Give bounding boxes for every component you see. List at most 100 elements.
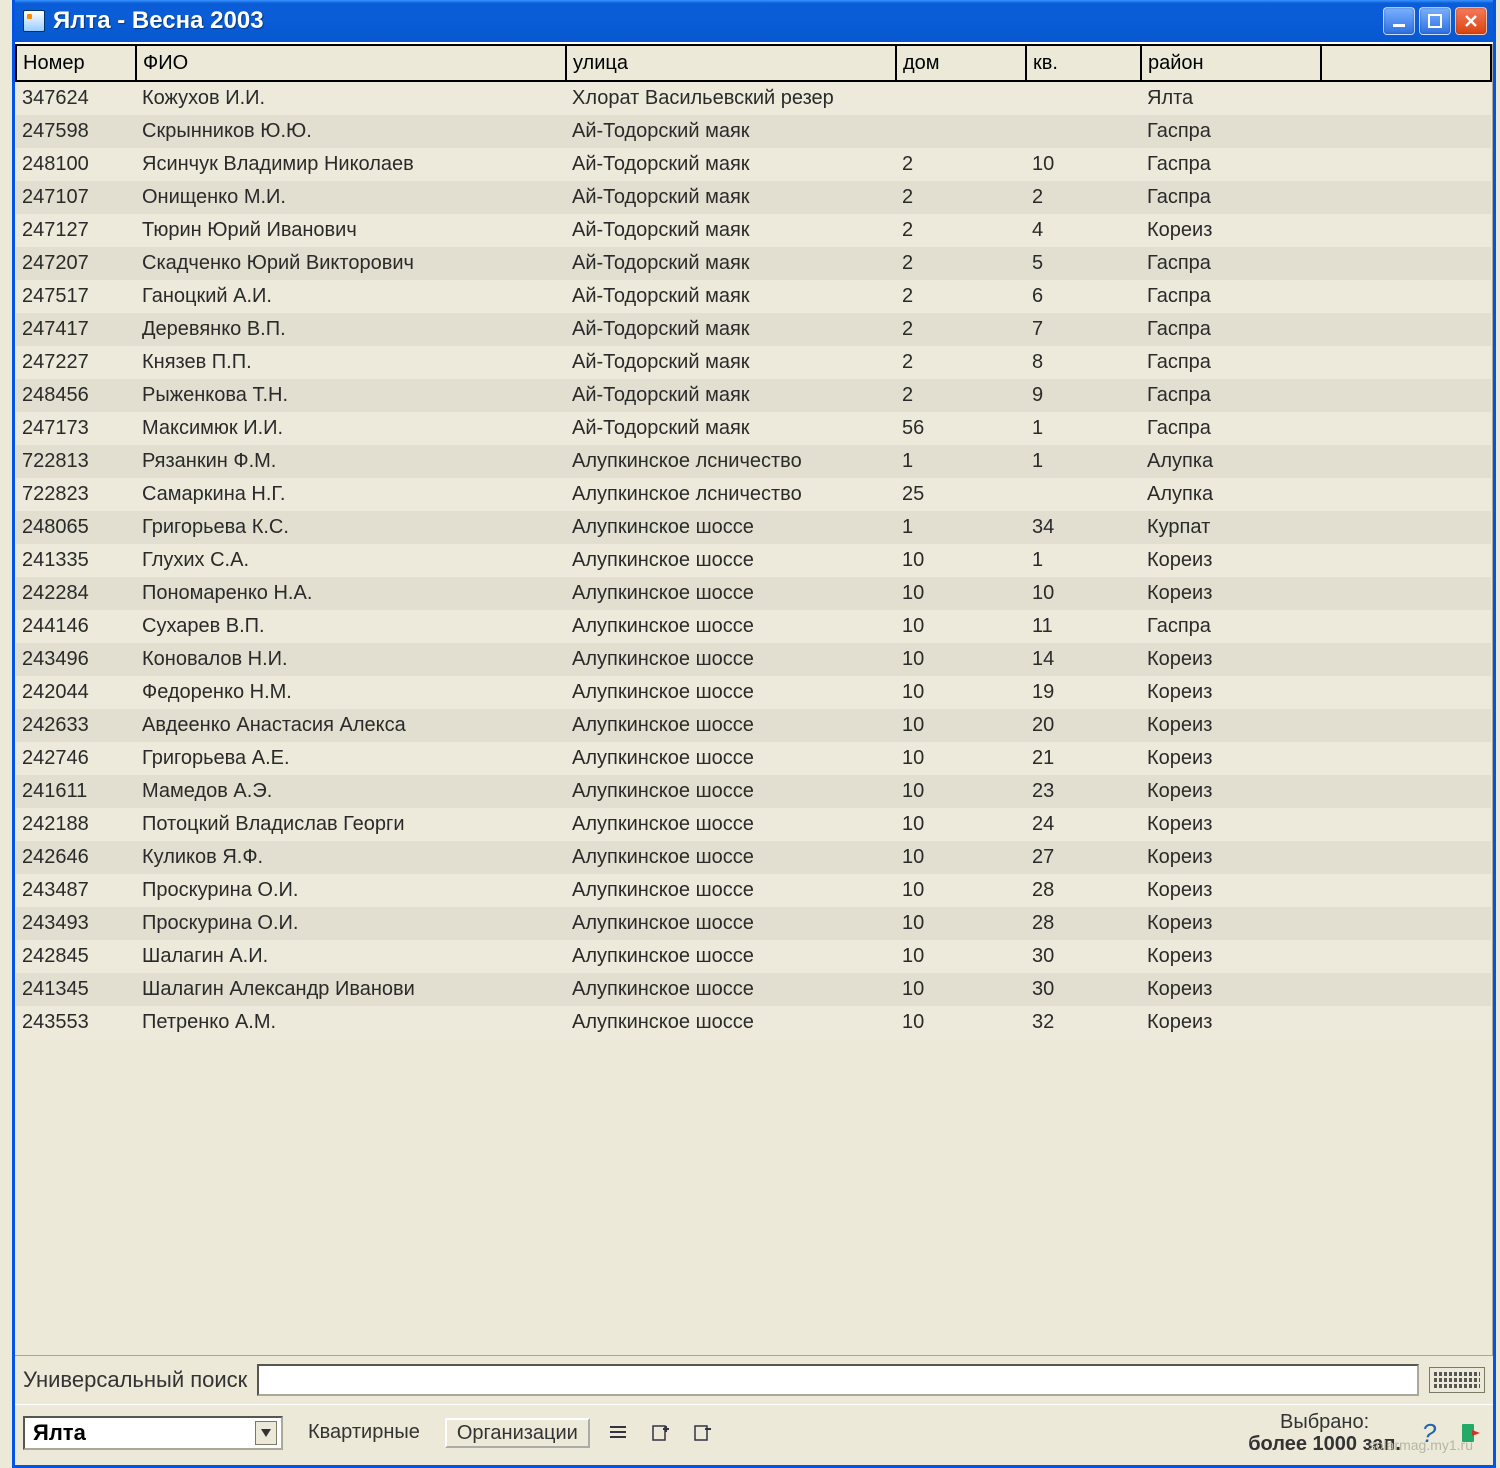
close-button[interactable]	[1455, 7, 1487, 35]
table-row[interactable]: 243487Проскурина О.И.Алупкинское шоссе10…	[16, 874, 1491, 907]
cell-apt: 1	[1026, 445, 1141, 478]
cell-fio: Максимюк И.И.	[136, 412, 566, 445]
maximize-button[interactable]	[1419, 7, 1451, 35]
table-row[interactable]: 248065Григорьева К.С.Алупкинское шоссе13…	[16, 511, 1491, 544]
cell-street: Алупкинское шоссе	[566, 808, 896, 841]
table-row[interactable]: 242646Куликов Я.Ф.Алупкинское шоссе1027К…	[16, 841, 1491, 874]
table-row[interactable]: 242284Пономаренко Н.А.Алупкинское шоссе1…	[16, 577, 1491, 610]
cell-apt: 11	[1026, 610, 1141, 643]
cell-street: Ай-Тодорский маяк	[566, 115, 896, 148]
dropdown-arrow-icon	[255, 1421, 277, 1445]
cell-num: 241611	[16, 775, 136, 808]
table-row[interactable]: 247107Онищенко М.И.Ай-Тодорский маяк22Га…	[16, 181, 1491, 214]
cell-blank	[1321, 81, 1491, 115]
cell-raion: Гаспра	[1141, 379, 1321, 412]
exit-icon[interactable]	[1457, 1419, 1485, 1447]
header-row: Номер ФИО улица дом кв. район	[16, 45, 1491, 81]
col-header-house[interactable]: дом	[896, 45, 1026, 81]
cell-apt: 30	[1026, 973, 1141, 1006]
cell-num: 244146	[16, 610, 136, 643]
cell-blank	[1321, 313, 1491, 346]
minimize-button[interactable]	[1383, 7, 1415, 35]
cell-raion: Кореиз	[1141, 676, 1321, 709]
table-row[interactable]: 247517Ганоцкий А.И.Ай-Тодорский маяк26Га…	[16, 280, 1491, 313]
cell-raion: Кореиз	[1141, 808, 1321, 841]
add-record-icon[interactable]	[646, 1419, 674, 1447]
cell-house: 10	[896, 610, 1026, 643]
cell-blank	[1321, 940, 1491, 973]
cell-apt: 23	[1026, 775, 1141, 808]
data-grid[interactable]: Номер ФИО улица дом кв. район 347624Кожу…	[15, 44, 1492, 1355]
table-row[interactable]: 243493Проскурина О.И.Алупкинское шоссе10…	[16, 907, 1491, 940]
table-row[interactable]: 242633Авдеенко Анастасия АлексаАлупкинск…	[16, 709, 1491, 742]
table-row[interactable]: 241611Мамедов А.Э.Алупкинское шоссе1023К…	[16, 775, 1491, 808]
col-header-number[interactable]: Номер	[16, 45, 136, 81]
table-row[interactable]: 241335Глухих С.А.Алупкинское шоссе101Кор…	[16, 544, 1491, 577]
table-row[interactable]: 247598Скрынников Ю.Ю.Ай-Тодорский маякГа…	[16, 115, 1491, 148]
col-header-apt[interactable]: кв.	[1026, 45, 1141, 81]
table-row[interactable]: 247417Деревянко В.П.Ай-Тодорский маяк27Г…	[16, 313, 1491, 346]
table-row[interactable]: 247173Максимюк И.И.Ай-Тодорский маяк561Г…	[16, 412, 1491, 445]
table-row[interactable]: 242746Григорьева А.Е.Алупкинское шоссе10…	[16, 742, 1491, 775]
table-row[interactable]: 347624Кожухов И.И. Хлорат Васильевский р…	[16, 81, 1491, 115]
cell-fio: Скадченко Юрий Викторович	[136, 247, 566, 280]
organizacii-button[interactable]: Организации	[445, 1418, 590, 1448]
region-dropdown[interactable]: Ялта	[23, 1416, 283, 1450]
cell-num: 247227	[16, 346, 136, 379]
cell-blank	[1321, 610, 1491, 643]
table-row[interactable]: 243496Коновалов Н.И.Алупкинское шоссе101…	[16, 643, 1491, 676]
cell-house: 10	[896, 577, 1026, 610]
list-icon[interactable]	[604, 1419, 632, 1447]
remove-record-icon[interactable]	[688, 1419, 716, 1447]
cell-blank	[1321, 247, 1491, 280]
cell-blank	[1321, 577, 1491, 610]
col-header-street[interactable]: улица	[566, 45, 896, 81]
cell-num: 243493	[16, 907, 136, 940]
kvartirnye-button[interactable]: Квартирные	[297, 1418, 431, 1448]
table-row[interactable]: 247207Скадченко Юрий ВикторовичАй-Тодорс…	[16, 247, 1491, 280]
table-row[interactable]: 242044Федоренко Н.М.Алупкинское шоссе101…	[16, 676, 1491, 709]
keyboard-icon[interactable]	[1429, 1367, 1485, 1393]
cell-street: Алупкинское шоссе	[566, 676, 896, 709]
table-row[interactable]: 244146Сухарев В.П.Алупкинское шоссе1011Г…	[16, 610, 1491, 643]
cell-fio: Тюрин Юрий Иванович	[136, 214, 566, 247]
vertical-scrollbar[interactable]	[1492, 44, 1493, 1355]
cell-num: 243553	[16, 1006, 136, 1039]
cell-apt: 8	[1026, 346, 1141, 379]
cell-street: Алупкинское шоссе	[566, 742, 896, 775]
table-row[interactable]: 243553Петренко А.М.Алупкинское шоссе1032…	[16, 1006, 1491, 1039]
cell-fio: Проскурина О.И.	[136, 874, 566, 907]
cell-blank	[1321, 511, 1491, 544]
cell-street: Ай-Тодорский маяк	[566, 214, 896, 247]
selection-status: Выбрано: более 1000 зап.	[1248, 1411, 1401, 1455]
cell-apt: 27	[1026, 841, 1141, 874]
help-icon[interactable]: ?	[1415, 1419, 1443, 1447]
cell-raion: Кореиз	[1141, 544, 1321, 577]
table-row[interactable]: 248456Рыженкова Т.Н.Ай-Тодорский маяк29Г…	[16, 379, 1491, 412]
table-row[interactable]: 722813Рязанкин Ф.М.Алупкинское лсничеств…	[16, 445, 1491, 478]
cell-num: 241335	[16, 544, 136, 577]
table-row[interactable]: 247127Тюрин Юрий ИвановичАй-Тодорский ма…	[16, 214, 1491, 247]
table-row[interactable]: 248100Ясинчук Владимир НиколаевАй-Тодорс…	[16, 148, 1491, 181]
table-row[interactable]: 241345Шалагин Александр ИвановиАлупкинск…	[16, 973, 1491, 1006]
table-row[interactable]: 247227Князев П.П.Ай-Тодорский маяк28Гасп…	[16, 346, 1491, 379]
status-line2: более 1000 зап.	[1248, 1433, 1401, 1455]
table-row[interactable]: 722823Самаркина Н.Г.Алупкинское лсничест…	[16, 478, 1491, 511]
cell-fio: Скрынников Ю.Ю.	[136, 115, 566, 148]
cell-street: Алупкинское шоссе	[566, 643, 896, 676]
cell-raion: Кореиз	[1141, 775, 1321, 808]
cell-raion: Гаспра	[1141, 148, 1321, 181]
maximize-icon	[1428, 14, 1442, 28]
cell-fio: Мамедов А.Э.	[136, 775, 566, 808]
table-row[interactable]: 242188Потоцкий Владислав ГеоргиАлупкинск…	[16, 808, 1491, 841]
table-row[interactable]: 242845Шалагин А.И.Алупкинское шоссе1030К…	[16, 940, 1491, 973]
cell-blank	[1321, 346, 1491, 379]
cell-raion: Гаспра	[1141, 115, 1321, 148]
cell-apt: 5	[1026, 247, 1141, 280]
cell-house: 10	[896, 676, 1026, 709]
col-header-fio[interactable]: ФИО	[136, 45, 566, 81]
col-header-raion[interactable]: район	[1141, 45, 1321, 81]
search-input[interactable]	[257, 1364, 1419, 1396]
cell-num: 242188	[16, 808, 136, 841]
cell-house: 10	[896, 841, 1026, 874]
